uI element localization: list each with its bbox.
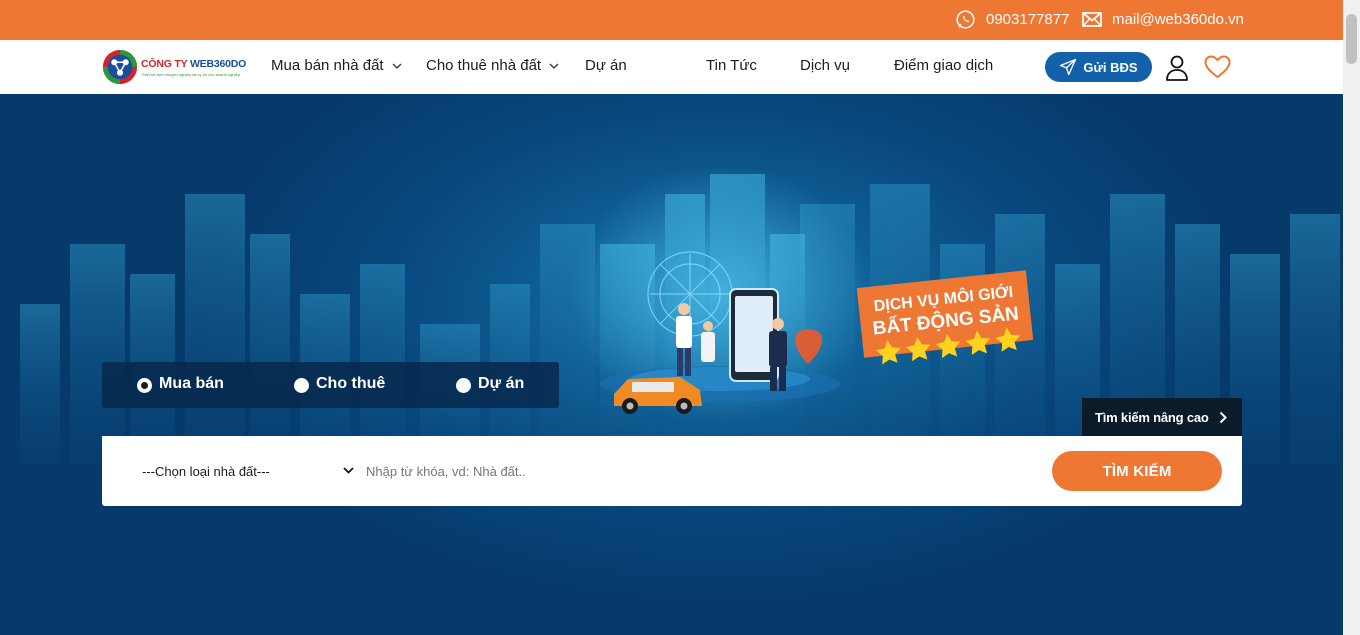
main-navbar: CÔNG TY WEB360DO Thiết kế web chuyên ngh… xyxy=(0,40,1343,94)
search-submit-label: TÌM KIẾM xyxy=(1102,462,1172,480)
nav-news[interactable]: Tin Tức xyxy=(706,57,757,74)
send-icon xyxy=(1060,58,1077,76)
search-submit-button[interactable]: TÌM KIẾM xyxy=(1052,451,1222,491)
favorites-button[interactable] xyxy=(1204,55,1231,84)
tab-rent[interactable]: Cho thuê xyxy=(294,375,385,393)
nav-buy-sell-label: Mua bán nhà đất xyxy=(271,57,384,74)
nav-projects[interactable]: Dự án xyxy=(585,57,627,74)
radio-icon[interactable] xyxy=(294,378,309,393)
tab-buy-sell-label: Mua bán xyxy=(159,375,224,392)
envelope-icon xyxy=(1082,11,1102,27)
tab-rent-label: Cho thuê xyxy=(316,375,386,392)
property-type-select[interactable]: ---Chọn loại nhà đất--- xyxy=(130,458,356,484)
chevron-right-icon xyxy=(1219,411,1227,423)
keyword-search-input[interactable] xyxy=(366,458,1026,484)
nav-buy-sell[interactable]: Mua bán nhà đất xyxy=(271,57,402,74)
user-icon xyxy=(1166,55,1188,81)
logo-brand: CÔNG TY WEB360DO xyxy=(141,58,246,70)
nav-news-label: Tin Tức xyxy=(706,57,757,74)
search-mode-tabs: Mua bán Cho thuê Dự án xyxy=(102,362,559,408)
radio-selected-icon[interactable] xyxy=(137,378,152,393)
advanced-search-label: Tìm kiếm nâng cao xyxy=(1095,409,1209,425)
email-address: mail@web360do.vn xyxy=(1112,10,1244,28)
tab-buy-sell[interactable]: Mua bán xyxy=(137,375,224,393)
logo-mark-icon xyxy=(102,49,138,85)
property-type-value: ---Chọn loại nhà đất--- xyxy=(142,463,270,479)
site-logo[interactable]: CÔNG TY WEB360DO Thiết kế web chuyên ngh… xyxy=(101,48,251,86)
email-contact[interactable]: mail@web360do.vn xyxy=(1082,9,1244,29)
phone-contact[interactable]: 0903177877 xyxy=(955,9,1069,29)
logo-brand-prefix: CÔNG TY xyxy=(141,57,190,70)
nav-rent-label: Cho thuê nhà đất xyxy=(426,57,542,74)
nav-services-label: Dịch vụ xyxy=(800,57,851,74)
nav-projects-label: Dự án xyxy=(585,57,627,74)
scrollbar-thumb[interactable] xyxy=(1346,14,1357,64)
nav-services[interactable]: Dịch vụ xyxy=(800,57,850,74)
whatsapp-phone-icon xyxy=(956,9,975,29)
logo-brand-name: WEB360DO xyxy=(189,57,247,70)
chevron-down-icon xyxy=(343,467,354,474)
radio-icon[interactable] xyxy=(456,378,471,393)
search-panel: ---Chọn loại nhà đất--- TÌM KIẾM xyxy=(102,436,1242,506)
nav-rent[interactable]: Cho thuê nhà đất xyxy=(426,57,559,74)
post-property-button[interactable]: Gửi BĐS xyxy=(1045,52,1152,82)
chevron-down-icon xyxy=(549,63,559,69)
advanced-search-button[interactable]: Tìm kiếm nâng cao xyxy=(1082,398,1242,436)
account-button[interactable] xyxy=(1165,54,1189,86)
nav-branches[interactable]: Điểm giao dịch xyxy=(894,57,993,74)
phone-number: 0903177877 xyxy=(986,10,1070,28)
logo-text: CÔNG TY WEB360DO Thiết kế web chuyên ngh… xyxy=(141,58,246,77)
tab-projects-label: Dự án xyxy=(478,375,525,392)
post-property-label: Gửi BĐS xyxy=(1083,59,1138,75)
nav-branches-label: Điểm giao dịch xyxy=(894,57,994,74)
top-contact-bar: 0903177877 mail@web360do.vn xyxy=(0,0,1343,40)
heart-icon xyxy=(1204,55,1231,78)
chevron-down-icon xyxy=(392,63,402,69)
tab-projects[interactable]: Dự án xyxy=(456,375,524,393)
logo-tagline: Thiết kế web chuyên nghiệp và uy tín cho… xyxy=(141,71,240,77)
page-scrollbar[interactable] xyxy=(1343,0,1360,635)
